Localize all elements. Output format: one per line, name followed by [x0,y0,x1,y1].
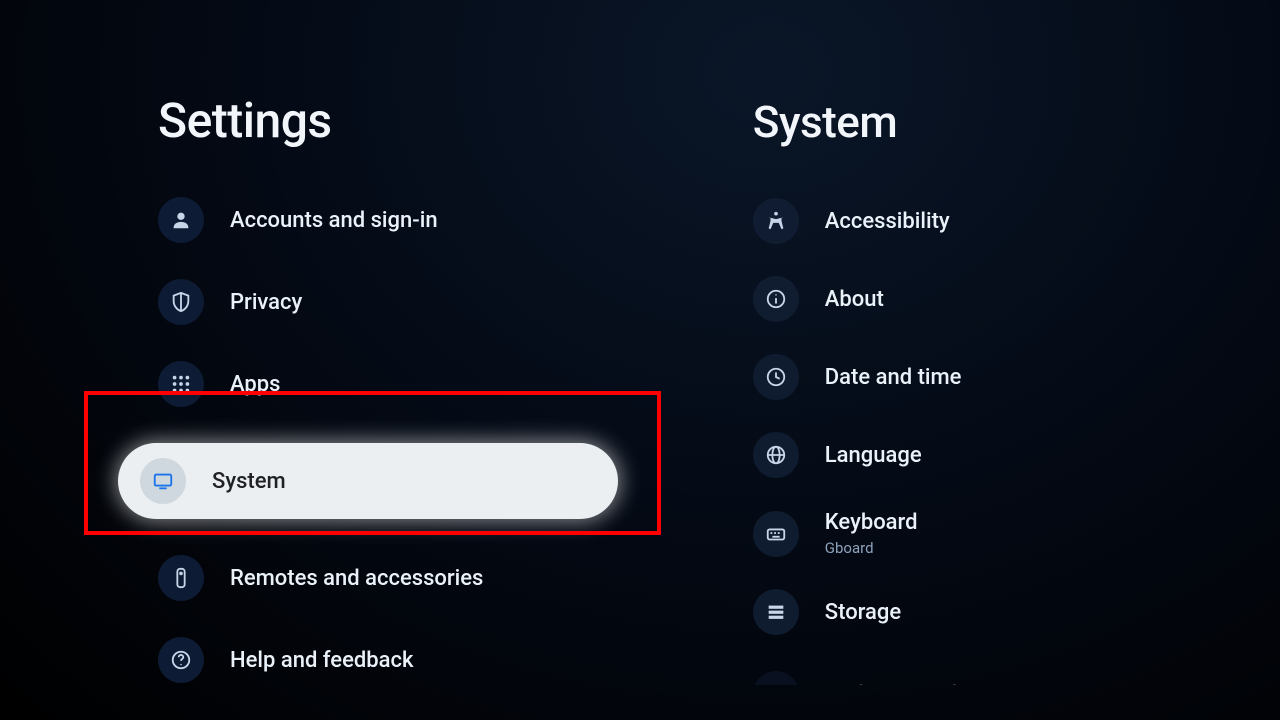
storage-icon [753,589,799,635]
system-submenu: Accessibility About Date and time Langua… [753,198,1280,717]
menu-item-help[interactable]: Help and feedback [158,637,717,683]
menu-item-apps[interactable]: Apps [158,361,717,407]
info-icon [753,276,799,322]
account-icon [158,197,204,243]
menu-item-remotes[interactable]: Remotes and accessories [158,555,717,601]
page-title-system: System [753,96,1280,148]
menu-label: Accounts and sign-in [230,208,438,233]
submenu-item-storage[interactable]: Storage [753,589,1280,635]
menu-label: Apps [230,372,280,397]
menu-label: Remotes and accessories [230,566,483,591]
menu-label-group: Keyboard Gboard [825,510,918,557]
submenu-item-language[interactable]: Language [753,432,1280,478]
apps-grid-icon [158,361,204,407]
menu-item-accounts[interactable]: Accounts and sign-in [158,197,717,243]
ambient-icon [753,671,799,717]
menu-label: Storage [825,600,901,625]
submenu-item-datetime[interactable]: Date and time [753,354,1280,400]
submenu-item-keyboard[interactable]: Keyboard Gboard [753,510,1280,557]
settings-panel: Settings Accounts and sign-in Privacy [0,0,717,720]
submenu-item-about[interactable]: About [753,276,1280,322]
submenu-item-accessibility[interactable]: Accessibility [753,198,1280,244]
help-icon [158,637,204,683]
menu-label: About [825,287,884,312]
clock-icon [753,354,799,400]
submenu-item-ambient[interactable]: Ambient mode [753,671,1280,717]
page-title-settings: Settings [158,92,717,149]
remote-icon [158,555,204,601]
settings-menu: Accounts and sign-in Privacy Apps [158,197,717,683]
menu-item-privacy[interactable]: Privacy [158,279,717,325]
menu-label: Keyboard [825,510,918,535]
menu-label: Date and time [825,365,962,390]
menu-label: Language [825,443,922,468]
tv-icon [140,458,186,504]
globe-icon [753,432,799,478]
menu-label: Ambient mode [825,682,969,707]
menu-label: Accessibility [825,209,950,234]
menu-item-system[interactable]: System [118,443,618,519]
menu-label: Help and feedback [230,648,413,673]
accessibility-icon [753,198,799,244]
menu-label: System [212,469,286,494]
keyboard-icon [753,511,799,557]
shield-icon [158,279,204,325]
system-panel: System Accessibility About Date and time [717,0,1280,720]
menu-sublabel: Gboard [825,539,918,557]
menu-label: Privacy [230,290,302,315]
